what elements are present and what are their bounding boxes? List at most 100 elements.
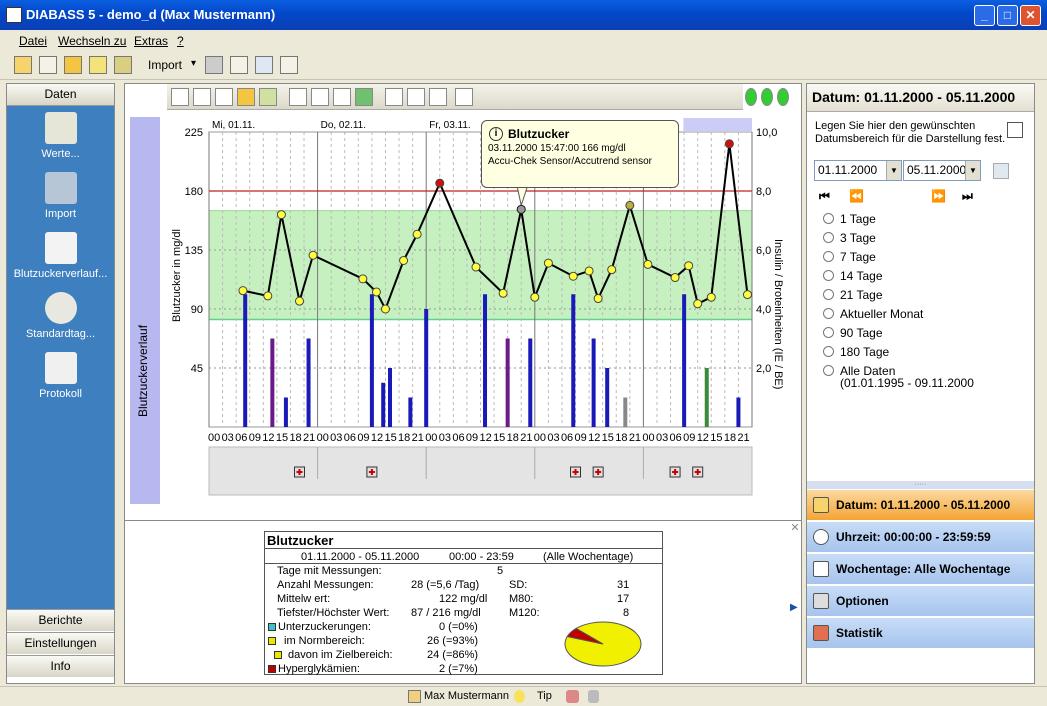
right-panel: Datum: 01.11.2000 - 05.11.2000 Legen Sie…: [806, 83, 1035, 684]
band-statistik[interactable]: Statistik: [807, 617, 1034, 648]
nav-item-blutzuckerverlauf[interactable]: Blutzuckerverlauf...: [7, 232, 114, 280]
backup-icon[interactable]: [114, 56, 132, 74]
clock-icon: [813, 529, 829, 545]
x-tick-label: 12: [588, 432, 600, 444]
nav-berichte[interactable]: Berichte: [7, 609, 114, 631]
band-optionen[interactable]: Optionen: [807, 585, 1034, 616]
x-tick-label: 00: [425, 432, 437, 444]
radio-aktueller-monat[interactable]: Aktueller Monat: [823, 307, 923, 321]
event-marker-cross: [574, 469, 577, 475]
x-tick-label: 03: [222, 432, 234, 444]
date-from-input[interactable]: 01.11.2000 ▼: [814, 160, 902, 181]
status-user[interactable]: Max Mustermann: [424, 690, 509, 702]
radio-circle[interactable]: [823, 270, 834, 281]
stats-legend-label: Unterzuckerungen:: [278, 621, 371, 633]
radio-label: 1 Tage: [840, 212, 876, 226]
band-datum[interactable]: Datum: 01.11.2000 - 05.11.2000: [807, 489, 1034, 520]
stats-row-value: 122 mg/dl: [439, 593, 488, 605]
blood-sugar-point: [412, 229, 422, 239]
radio-circle[interactable]: [823, 365, 834, 376]
radio-180-tage[interactable]: 180 Tage: [823, 345, 889, 359]
blood-sugar-chart[interactable]: Mi, 01.11.Do, 02.11.Fr, 03.11.11.4590135…: [125, 84, 801, 520]
stats-legend-value: 2 (=7%): [439, 663, 478, 675]
apply-date-icon[interactable]: [993, 163, 1009, 179]
radio-circle[interactable]: [823, 327, 834, 338]
x-tick-label: 03: [656, 432, 668, 444]
splitter-grip[interactable]: ·····: [807, 481, 1034, 489]
sync-icon: [566, 690, 579, 703]
radio-14-tage[interactable]: 14 Tage: [823, 269, 883, 283]
print-icon[interactable]: [205, 56, 223, 74]
x-tick-label: 06: [235, 432, 247, 444]
y2-tick-label: 2,0: [756, 363, 771, 375]
radio-3-tage[interactable]: 3 Tage: [823, 231, 876, 245]
date-to-input[interactable]: 05.11.2000 ▼: [903, 160, 981, 181]
insulin-bar: [306, 338, 311, 427]
y2-tick-label: 4,0: [756, 304, 771, 316]
radio-circle[interactable]: [823, 346, 834, 357]
nav-info[interactable]: Info: [7, 655, 114, 677]
calendar-icon: [813, 497, 829, 513]
minimize-button[interactable]: _: [974, 5, 995, 26]
close-panel-icon[interactable]: ✕: [789, 522, 801, 534]
band-uhrzeit[interactable]: Uhrzeit: 00:00:00 - 23:59:59: [807, 521, 1034, 552]
blood-sugar-point: [435, 178, 445, 188]
clock-icon: [44, 292, 77, 324]
chevron-down-icon[interactable]: ▼: [886, 161, 901, 180]
x-tick-label: 00: [208, 432, 220, 444]
radio-circle[interactable]: [823, 251, 834, 262]
tools-icon[interactable]: [230, 56, 248, 74]
import-button[interactable]: Import: [148, 58, 182, 72]
x-tick-label: 18: [724, 432, 736, 444]
radio-circle[interactable]: [823, 232, 834, 243]
nav-daten-body: Werte... Import Blutzuckerverlauf... Sta…: [7, 106, 114, 609]
panel-divider[interactable]: [125, 520, 801, 521]
calendar-grid-icon: [813, 561, 829, 577]
last-period-button[interactable]: ⏭: [962, 189, 973, 204]
calculator-icon: [44, 112, 77, 144]
date-from-value: 01.11.2000: [818, 163, 878, 177]
radio-7-tage[interactable]: 7 Tage: [823, 250, 876, 264]
nav-header-daten[interactable]: Daten: [7, 84, 114, 106]
home-icon[interactable]: [14, 56, 32, 74]
open-folder-icon[interactable]: [64, 56, 82, 74]
radio-90-tage[interactable]: 90 Tage: [823, 326, 883, 340]
menu-help[interactable]: ?: [177, 34, 184, 48]
stats-sd-value: 31: [617, 579, 630, 591]
next-period-button[interactable]: ⏩: [931, 189, 946, 203]
nav-item-label: Standardtag...: [25, 328, 96, 340]
blood-sugar-point: [607, 265, 617, 275]
close-button[interactable]: ✕: [1020, 5, 1041, 26]
radio-1-tage[interactable]: 1 Tage: [823, 212, 876, 226]
first-period-button[interactable]: ⏮: [819, 189, 830, 204]
blood-sugar-point: [471, 262, 481, 272]
prev-period-button[interactable]: ⏪: [849, 189, 864, 203]
band-wochentage[interactable]: Wochentage: Alle Wochentage: [807, 553, 1034, 584]
radio-21-tage[interactable]: 21 Tage: [823, 288, 883, 302]
menu-wechseln-zu[interactable]: Wechseln zu: [58, 34, 126, 48]
radio-circle[interactable]: [823, 308, 834, 319]
new-file-icon[interactable]: [39, 56, 57, 74]
radio-circle[interactable]: [823, 289, 834, 300]
status-tip[interactable]: Tip: [537, 690, 552, 702]
window-icon[interactable]: [255, 56, 273, 74]
blood-sugar-point: [670, 273, 680, 283]
expand-arrow-icon[interactable]: ▶: [790, 602, 798, 613]
radio-circle[interactable]: [823, 213, 834, 224]
nav-item-standardtag[interactable]: Standardtag...: [7, 292, 114, 340]
menu-extras[interactable]: Extras: [134, 34, 168, 48]
help-icon[interactable]: [280, 56, 298, 74]
blood-sugar-point: [724, 139, 734, 149]
stats-row-label: Tiefster/Höchster Wert:: [277, 607, 390, 619]
notes-icon[interactable]: [89, 56, 107, 74]
maximize-button[interactable]: □: [997, 5, 1018, 26]
nav-item-import[interactable]: Import: [7, 172, 114, 220]
nav-einstellungen[interactable]: Einstellungen: [7, 632, 114, 654]
nav-item-protokoll[interactable]: Protokoll: [7, 352, 114, 400]
import-dropdown-icon[interactable]: ▾: [191, 58, 196, 69]
calendar-icon[interactable]: [1007, 122, 1023, 138]
blood-sugar-point: [742, 290, 752, 300]
menu-datei[interactable]: Datei: [19, 34, 47, 48]
nav-item-werte[interactable]: Werte...: [7, 112, 114, 160]
chevron-down-icon[interactable]: ▼: [965, 161, 980, 180]
